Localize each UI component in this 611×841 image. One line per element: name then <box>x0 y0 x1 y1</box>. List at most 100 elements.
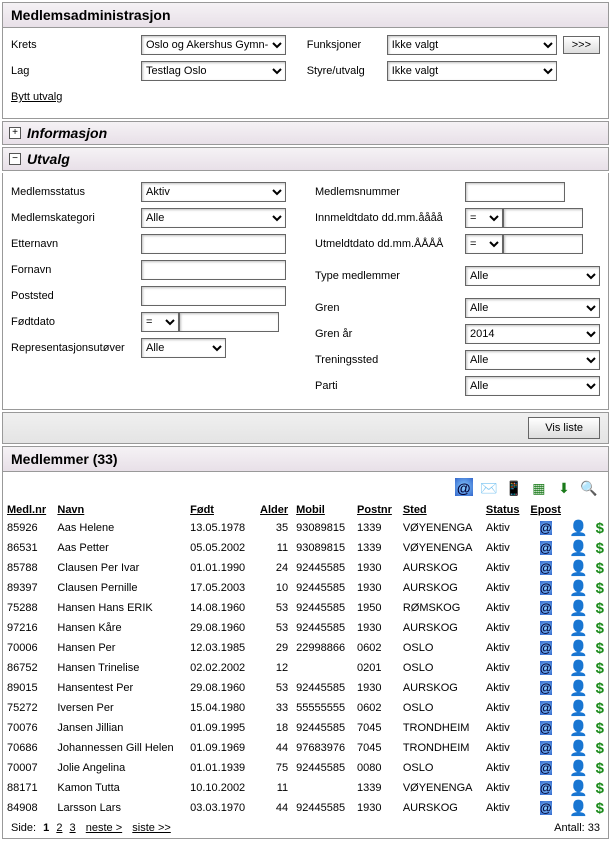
dollar-icon[interactable]: $ <box>596 700 604 717</box>
etternavn-input[interactable] <box>141 234 286 254</box>
table-row[interactable]: 70007Jolie Angelina01.01.193975924455850… <box>3 758 608 778</box>
at-icon[interactable]: @ <box>540 781 552 795</box>
at-icon[interactable]: @ <box>540 661 552 675</box>
grenaar-select[interactable]: 2014 <box>465 324 600 344</box>
at-icon[interactable]: @ <box>540 741 552 755</box>
table-row[interactable]: 85788Clausen Per Ivar01.01.1990249244558… <box>3 558 608 578</box>
email-icon[interactable]: @ <box>455 478 473 496</box>
visliste-button[interactable]: Vis liste <box>528 417 600 439</box>
table-row[interactable]: 70076Jansen Jillian01.09.199518924455857… <box>3 718 608 738</box>
medlemsstatus-select[interactable]: Aktiv <box>141 182 286 202</box>
dollar-icon[interactable]: $ <box>596 660 604 677</box>
funksjoner-select[interactable]: Ikke valgt <box>387 35 557 55</box>
at-icon[interactable]: @ <box>540 721 552 735</box>
gren-select[interactable]: Alle <box>465 298 600 318</box>
go-button[interactable]: >>> <box>563 36 600 54</box>
dollar-icon[interactable]: $ <box>596 540 604 557</box>
excel-icon[interactable]: ▦ <box>530 478 548 496</box>
person-icon[interactable]: 👤 <box>569 780 588 797</box>
innmeldt-op[interactable]: = <box>465 208 503 228</box>
poststed-input[interactable] <box>141 286 286 306</box>
col-postnr[interactable]: Postnr <box>353 502 399 518</box>
dollar-icon[interactable]: $ <box>596 620 604 637</box>
person-icon[interactable]: 👤 <box>569 680 588 697</box>
dollar-icon[interactable]: $ <box>596 680 604 697</box>
at-icon[interactable]: @ <box>540 581 552 595</box>
at-icon[interactable]: @ <box>540 681 552 695</box>
informasjon-section[interactable]: + Informasjon <box>2 121 609 145</box>
col-alder[interactable]: Alder <box>254 502 293 518</box>
table-row[interactable]: 89015Hansentest Per29.08.196053924455851… <box>3 678 608 698</box>
utmeldt-op[interactable]: = <box>465 234 503 254</box>
utvalg-section-header[interactable]: − Utvalg <box>2 147 609 171</box>
col-epost[interactable]: Epost <box>526 502 565 518</box>
col-mobil[interactable]: Mobil <box>292 502 353 518</box>
dollar-icon[interactable]: $ <box>596 580 604 597</box>
bytt-utvalg-link[interactable]: Bytt utvalg <box>11 91 62 103</box>
repr-select[interactable]: Alle <box>141 338 226 358</box>
dollar-icon[interactable]: $ <box>596 780 604 797</box>
at-icon[interactable]: @ <box>540 701 552 715</box>
medlemskategori-select[interactable]: Alle <box>141 208 286 228</box>
parti-select[interactable]: Alle <box>465 376 600 396</box>
person-icon[interactable]: 👤 <box>569 700 588 717</box>
person-icon[interactable]: 👤 <box>569 600 588 617</box>
table-row[interactable]: 85926Aas Helene13.05.197835930898151339V… <box>3 518 608 538</box>
dollar-icon[interactable]: $ <box>596 800 604 817</box>
dollar-icon[interactable]: $ <box>596 760 604 777</box>
person-icon[interactable]: 👤 <box>569 560 588 577</box>
person-icon[interactable]: 👤 <box>569 540 588 557</box>
col-status[interactable]: Status <box>482 502 527 518</box>
search-icon[interactable]: 🔍 <box>580 478 598 496</box>
phone-icon[interactable]: 📱 <box>505 478 523 496</box>
dollar-icon[interactable]: $ <box>596 600 604 617</box>
at-icon[interactable]: @ <box>540 761 552 775</box>
person-icon[interactable]: 👤 <box>569 740 588 757</box>
plus-icon[interactable]: + <box>9 127 21 139</box>
fodtdato-op[interactable]: = <box>141 312 179 332</box>
table-row[interactable]: 88171Kamon Tutta10.10.2002111339VØYENENG… <box>3 778 608 798</box>
dollar-icon[interactable]: $ <box>596 520 604 537</box>
table-row[interactable]: 70686Johannessen Gill Helen01.09.1969449… <box>3 738 608 758</box>
page-1[interactable]: 1 <box>43 822 49 834</box>
dollar-icon[interactable]: $ <box>596 640 604 657</box>
table-row[interactable]: 86531Aas Petter05.05.200211930898151339V… <box>3 538 608 558</box>
col-medlnr[interactable]: Medl.nr <box>3 502 53 518</box>
at-icon[interactable]: @ <box>540 541 552 555</box>
table-row[interactable]: 86752Hansen Trinelise02.02.2002120201OSL… <box>3 658 608 678</box>
person-icon[interactable]: 👤 <box>569 520 588 537</box>
mail-icon[interactable]: ✉️ <box>480 478 498 496</box>
neste-link[interactable]: neste > <box>86 822 122 834</box>
dollar-icon[interactable]: $ <box>596 720 604 737</box>
col-navn[interactable]: Navn <box>53 502 186 518</box>
fornavn-input[interactable] <box>141 260 286 280</box>
at-icon[interactable]: @ <box>540 621 552 635</box>
treningssted-select[interactable]: Alle <box>465 350 600 370</box>
medlemsnummer-input[interactable] <box>465 182 565 202</box>
page-2[interactable]: 2 <box>56 822 62 834</box>
at-icon[interactable]: @ <box>540 521 552 535</box>
at-icon[interactable]: @ <box>540 641 552 655</box>
col-fodt[interactable]: Født <box>186 502 253 518</box>
fodtdato-input[interactable] <box>179 312 279 332</box>
minus-icon[interactable]: − <box>9 153 21 165</box>
person-icon[interactable]: 👤 <box>569 640 588 657</box>
at-icon[interactable]: @ <box>540 561 552 575</box>
person-icon[interactable]: 👤 <box>569 720 588 737</box>
utmeldt-input[interactable] <box>503 234 583 254</box>
table-row[interactable]: 97216Hansen Kåre29.08.196053924455851930… <box>3 618 608 638</box>
person-icon[interactable]: 👤 <box>569 800 588 817</box>
lag-select[interactable]: Testlag Oslo <box>141 61 286 81</box>
krets-select[interactable]: Oslo og Akershus Gymn- o <box>141 35 286 55</box>
dollar-icon[interactable]: $ <box>596 740 604 757</box>
export-icon[interactable]: ⬇ <box>555 478 573 496</box>
person-icon[interactable]: 👤 <box>569 580 588 597</box>
at-icon[interactable]: @ <box>540 801 552 815</box>
person-icon[interactable]: 👤 <box>569 620 588 637</box>
table-row[interactable]: 84908Larsson Lars03.03.19704492445585193… <box>3 798 608 818</box>
page-3[interactable]: 3 <box>70 822 76 834</box>
col-sted[interactable]: Sted <box>399 502 482 518</box>
person-icon[interactable]: 👤 <box>569 660 588 677</box>
innmeldt-input[interactable] <box>503 208 583 228</box>
at-icon[interactable]: @ <box>540 601 552 615</box>
